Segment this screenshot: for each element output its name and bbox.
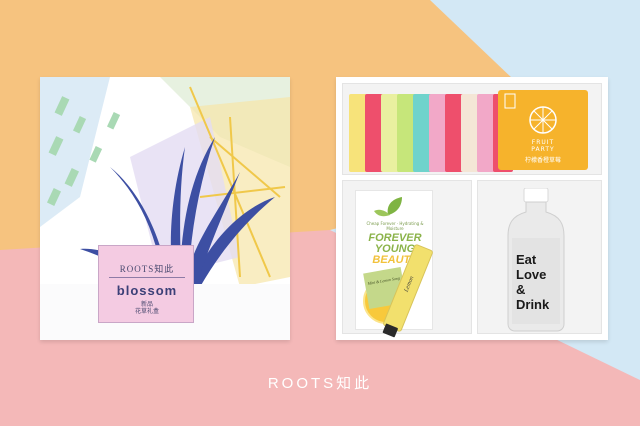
product-showcase: ROOTS知此 blossom 新品 花草礼盒 FRUIT PARTY 柠檬香橙… (0, 0, 640, 426)
mask-small-text: Cheap Forever · Hydrating & Moisture (366, 221, 424, 231)
bottle-line-2: Love (516, 267, 547, 282)
booklet-label-card: ROOTS知此 blossom 新品 花草礼盒 (98, 245, 194, 323)
booklet-subtitle-line2: 花草礼盒 (134, 308, 159, 315)
booklet-subtitle-line1: 新品 (140, 301, 153, 308)
label-divider (109, 277, 185, 278)
soap-label: Mint & Lemon Song (367, 275, 401, 286)
fruit-pack-title: FRUIT PARTY (498, 139, 588, 153)
bottle-label: Eat Love & Drink (516, 252, 566, 312)
bottle-line-4: Drink (516, 297, 550, 312)
leaf-icon (374, 197, 402, 217)
bottle-line-1: Eat (516, 252, 537, 267)
fruit-pack-name: 柠檬香橙草莓 (524, 157, 561, 164)
fruit-pack-title-line1: FRUIT (531, 139, 555, 146)
booklet-brand: ROOTS知此 (119, 264, 175, 274)
fruit-party-pack: FRUIT PARTY 柠檬香橙草莓 (498, 90, 588, 170)
fruit-pack-title-line2: PARTY (531, 146, 555, 153)
drink-bottle: Eat Love & Drink (498, 188, 574, 332)
footer-brand: ROOTS知此 (267, 375, 373, 392)
bottle-line-3: & (516, 282, 526, 297)
booklet-title: blossom (116, 283, 178, 298)
booklet-subtitle: 新品 花草礼盒 (99, 301, 195, 315)
